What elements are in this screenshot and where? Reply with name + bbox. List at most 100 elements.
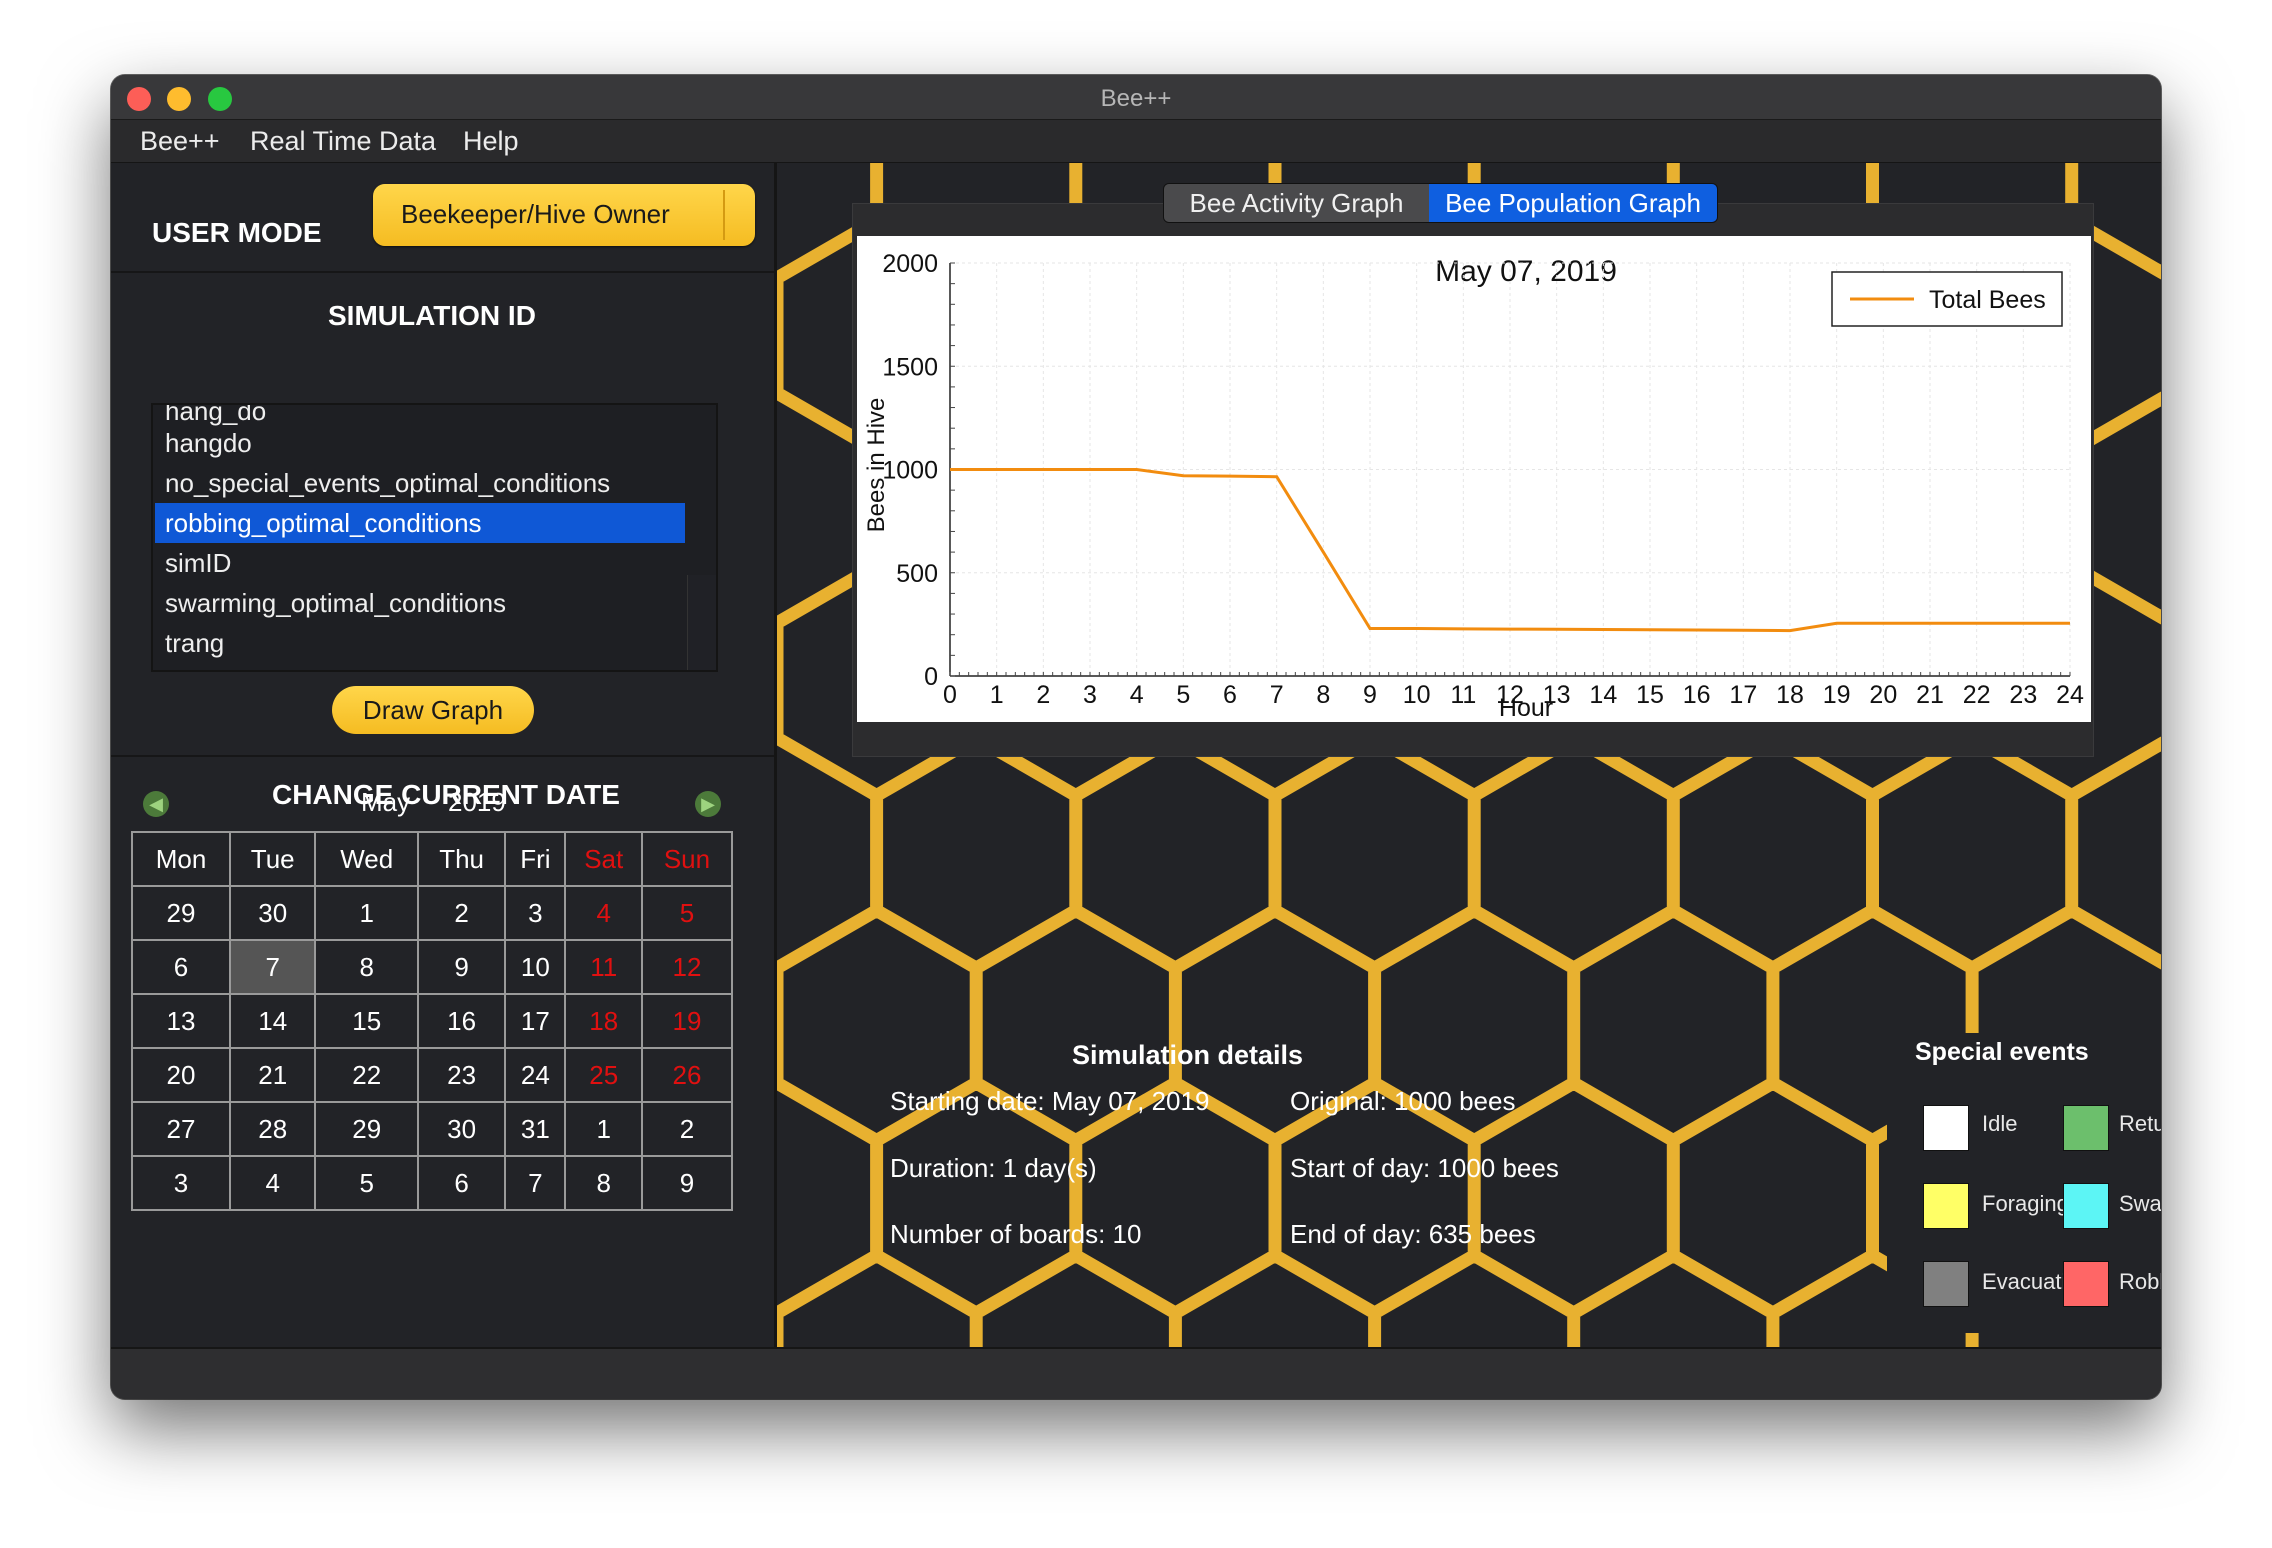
- list-item[interactable]: no_special_events_optimal_conditions: [155, 463, 685, 503]
- calendar-day[interactable]: 1: [314, 885, 419, 941]
- y-tick-label: 1500: [882, 353, 938, 381]
- calendar-day-selected[interactable]: 7: [228, 939, 317, 995]
- menu-help[interactable]: Help: [463, 126, 519, 157]
- weekday-header: Tue: [228, 831, 317, 887]
- x-tick-label: 10: [1403, 681, 1431, 709]
- event-label-returning: Returning: [2119, 1111, 2161, 1136]
- x-tick-label: 3: [1083, 681, 1097, 709]
- menu-beepp[interactable]: Bee++: [140, 126, 220, 157]
- calendar-day[interactable]: 25: [564, 1047, 643, 1103]
- calendar-day[interactable]: 6: [416, 1155, 507, 1211]
- calendar-day[interactable]: 29: [131, 885, 231, 941]
- calendar-day[interactable]: 4: [228, 1155, 317, 1211]
- calendar-day[interactable]: 16: [416, 993, 507, 1049]
- calendar-day[interactable]: 4: [564, 885, 643, 941]
- calendar-day[interactable]: 28: [228, 1101, 317, 1157]
- calendar-day[interactable]: 1: [564, 1101, 643, 1157]
- menu-real-time-data[interactable]: Real Time Data: [250, 126, 436, 157]
- swatch-swarming: [2063, 1183, 2109, 1229]
- section-divider: [111, 755, 774, 757]
- x-tick-label: 4: [1130, 681, 1144, 709]
- user-mode-label: USER MODE: [152, 217, 322, 248]
- calendar-day[interactable]: 27: [131, 1101, 231, 1157]
- calendar-day[interactable]: 14: [228, 993, 317, 1049]
- calendar-day[interactable]: 30: [228, 885, 317, 941]
- status-bar: [111, 1347, 2161, 1399]
- calendar-day[interactable]: 19: [640, 993, 734, 1049]
- calendar-day[interactable]: 7: [504, 1155, 567, 1211]
- user-mode-select[interactable]: Beekeeper/Hive Owner: [373, 184, 755, 246]
- calendar-day[interactable]: 26: [640, 1047, 734, 1103]
- weekday-header: Mon: [131, 831, 231, 887]
- calendar-day[interactable]: 24: [504, 1047, 567, 1103]
- calendar-day[interactable]: 2: [416, 885, 507, 941]
- calendar-day[interactable]: 8: [314, 939, 419, 995]
- calendar-day[interactable]: 6: [131, 939, 231, 995]
- change-date-label: CHANGE CURRENT DATE: [272, 779, 620, 810]
- calendar-day[interactable]: 11: [564, 939, 643, 995]
- calendar-day[interactable]: 17: [504, 993, 567, 1049]
- list-scrollbar[interactable]: [687, 575, 716, 670]
- calendar-day[interactable]: 29: [314, 1101, 419, 1157]
- calendar-day[interactable]: 21: [228, 1047, 317, 1103]
- detail-start-of-day: Start of day: 1000 bees: [1290, 1153, 1559, 1183]
- calendar-month[interactable]: May: [361, 787, 410, 818]
- list-item[interactable]: swarming_optimal_conditions: [155, 583, 685, 623]
- calendar-day[interactable]: 20: [131, 1047, 231, 1103]
- calendar-day[interactable]: 31: [504, 1101, 567, 1157]
- calendar-day[interactable]: 5: [640, 885, 734, 941]
- swatch-idle: [1923, 1105, 1969, 1151]
- calendar-day[interactable]: 18: [564, 993, 643, 1049]
- calendar-day[interactable]: 13: [131, 993, 231, 1049]
- event-label-swarming: Swarming: [2119, 1191, 2161, 1216]
- list-item[interactable]: hangdo: [155, 423, 685, 463]
- x-tick-label: 15: [1636, 681, 1664, 709]
- calendar-day[interactable]: 9: [640, 1155, 734, 1211]
- menu-bar: Bee++ Real Time Data Help: [111, 120, 2161, 163]
- graph-tabs: Bee Activity Graph Bee Population Graph: [1163, 183, 1718, 223]
- x-tick-label: 8: [1316, 681, 1330, 709]
- left-panel: USER MODE Beekeeper/Hive Owner SIMULATIO…: [111, 163, 777, 1347]
- calendar-day[interactable]: 15: [314, 993, 419, 1049]
- chart-legend: Total Bees: [1831, 271, 2063, 327]
- x-tick-label: 12: [1496, 681, 1524, 709]
- calendar-day[interactable]: 30: [416, 1101, 507, 1157]
- draw-graph-button[interactable]: Draw Graph: [332, 686, 534, 734]
- y-tick-label: 1000: [882, 457, 938, 485]
- swatch-returning: [2063, 1105, 2109, 1151]
- tab-bee-activity-graph[interactable]: Bee Activity Graph: [1164, 184, 1429, 222]
- y-tick-label: 500: [896, 560, 938, 588]
- list-item-selected[interactable]: robbing_optimal_conditions: [155, 503, 685, 543]
- calendar-day[interactable]: 3: [504, 885, 567, 941]
- calendar-day[interactable]: 5: [314, 1155, 419, 1211]
- calendar-day[interactable]: 10: [504, 939, 567, 995]
- list-item[interactable]: simID: [155, 543, 685, 583]
- tab-bee-population-graph[interactable]: Bee Population Graph: [1429, 184, 1717, 222]
- calendar-grid: Mon Tue Wed Thu Fri Sat Sun 29 30 1 2 3 …: [131, 831, 734, 1211]
- population-chart: May 07, 2019 Hour Bees in Hive 012345678…: [863, 250, 2084, 722]
- event-label-idle: Idle: [1982, 1111, 2018, 1136]
- user-mode-value: Beekeeper/Hive Owner: [401, 199, 670, 229]
- weekday-header: Wed: [314, 831, 419, 887]
- x-tick-label: 19: [1823, 681, 1851, 709]
- x-tick-label: 2: [1036, 681, 1050, 709]
- calendar-day[interactable]: 22: [314, 1047, 419, 1103]
- calendar-day[interactable]: 8: [564, 1155, 643, 1211]
- special-events-panel: Special events Idle Returning Foraging S…: [1887, 1033, 2161, 1333]
- calendar-day[interactable]: 2: [640, 1101, 734, 1157]
- simulation-list[interactable]: hang_do hangdo no_special_events_optimal…: [151, 403, 718, 672]
- calendar-year[interactable]: 2019: [448, 787, 506, 818]
- legend-label: Total Bees: [1929, 286, 2046, 314]
- arrow-right-icon[interactable]: ▶: [695, 791, 721, 817]
- arrow-left-icon[interactable]: ◀: [143, 791, 169, 817]
- special-events-title: Special events: [1915, 1038, 2089, 1066]
- calendar-day[interactable]: 3: [131, 1155, 231, 1211]
- chart-title: May 07, 2019: [1435, 255, 1617, 288]
- calendar-day[interactable]: 12: [640, 939, 734, 995]
- list-item[interactable]: trang: [155, 623, 685, 663]
- calendar-day[interactable]: 23: [416, 1047, 507, 1103]
- x-tick-label: 14: [1589, 681, 1617, 709]
- calendar-day[interactable]: 9: [416, 939, 507, 995]
- app-window: Bee++ Bee++ Real Time Data Help USER MOD…: [111, 75, 2161, 1399]
- swatch-foraging: [1923, 1183, 1969, 1229]
